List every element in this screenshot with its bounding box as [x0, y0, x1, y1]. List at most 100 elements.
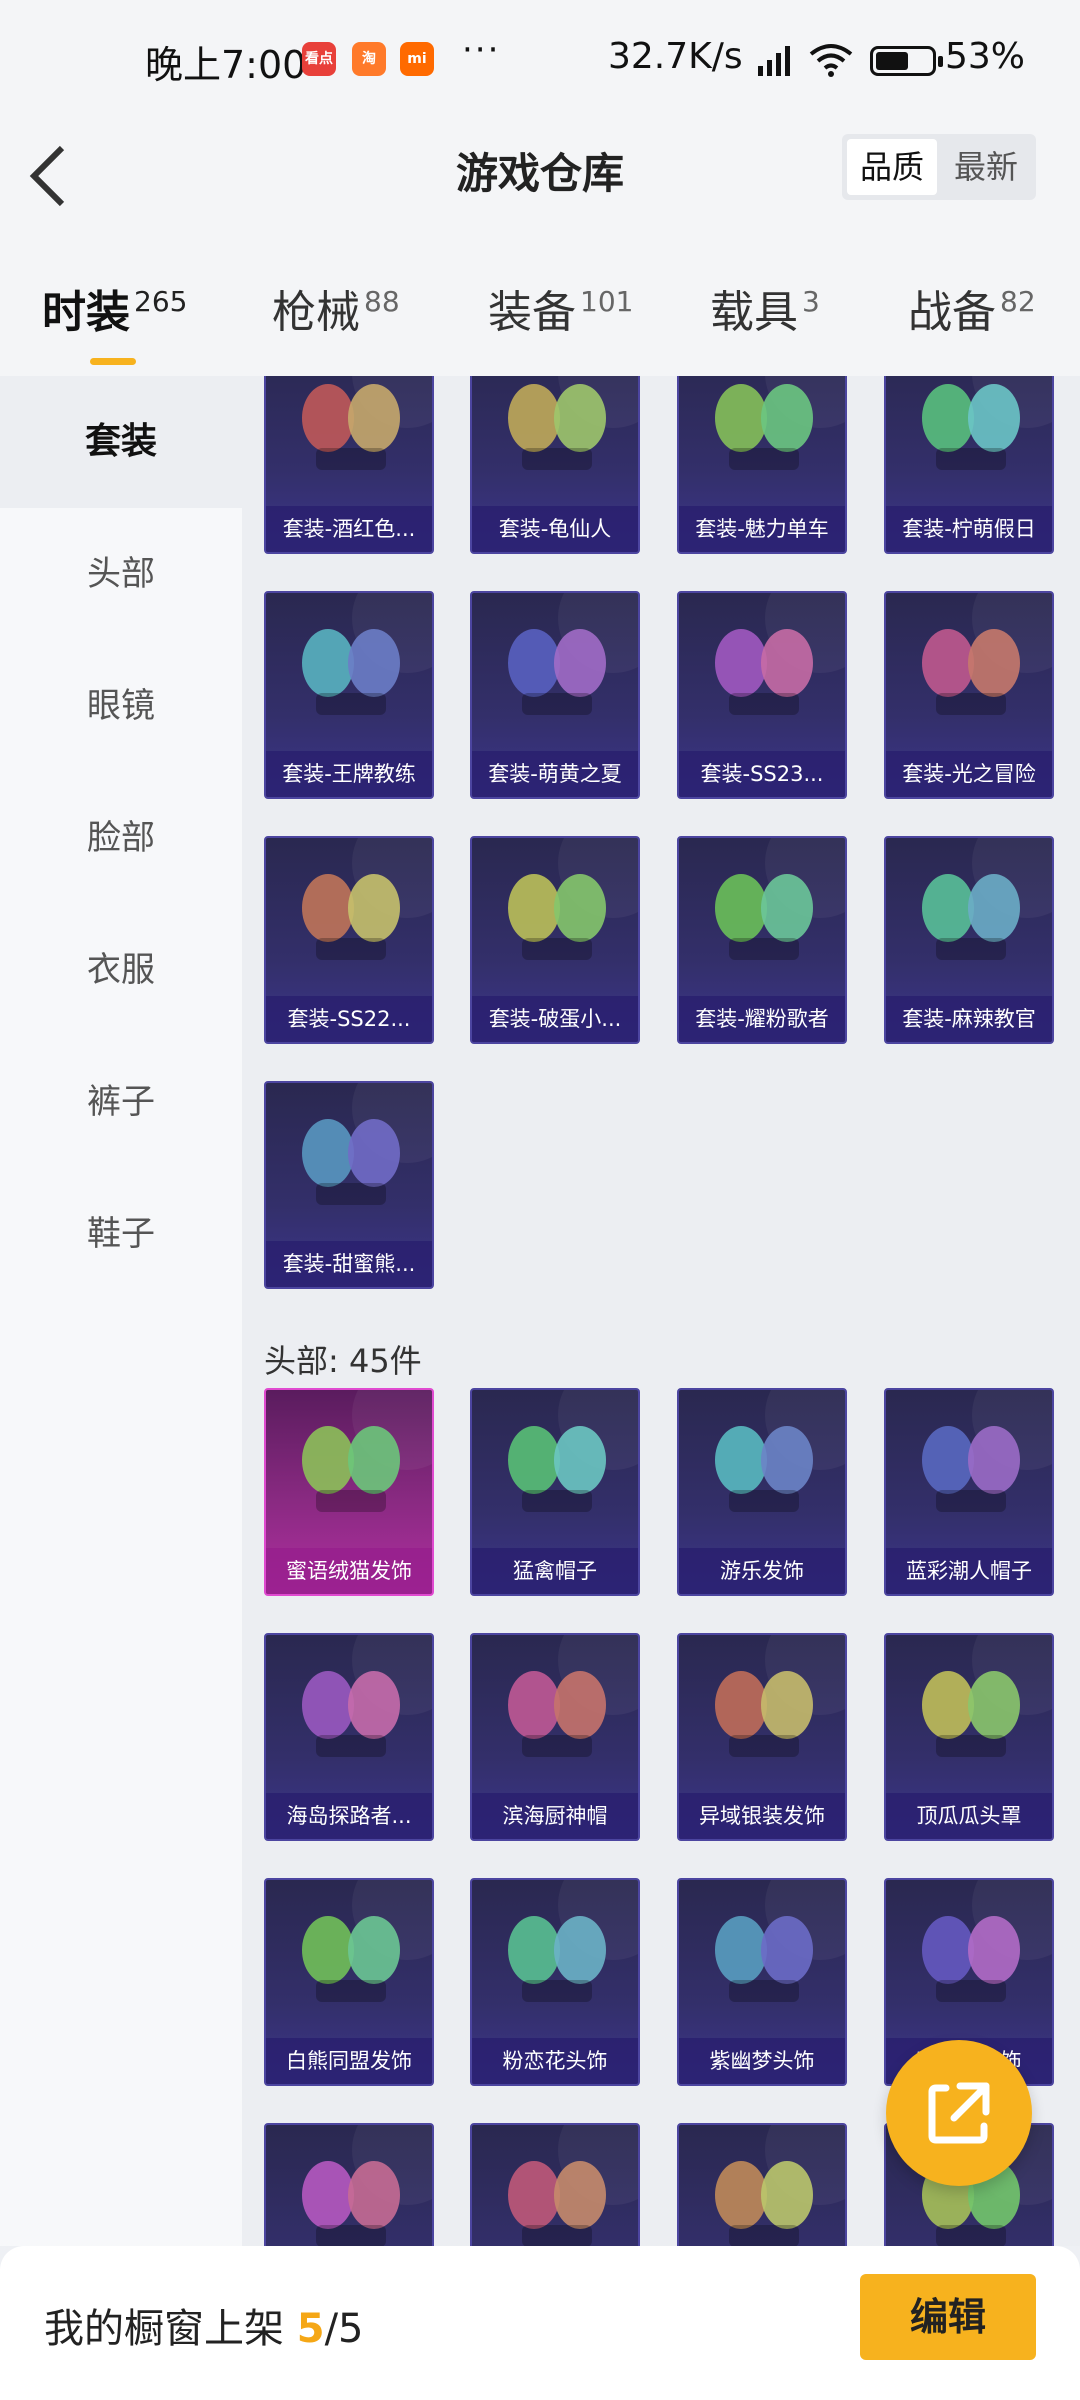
item-thumbnail — [302, 2161, 400, 2246]
item-card[interactable] — [470, 2123, 640, 2246]
item-name: 滨海厨神帽 — [472, 1793, 638, 1839]
item-card[interactable]: 套装-甜蜜熊... — [264, 1081, 434, 1289]
item-thumbnail — [715, 2161, 813, 2246]
sidebar-item-clothes[interactable]: 衣服 — [0, 904, 242, 1036]
item-thumbnail — [922, 384, 1020, 470]
item-thumbnail — [508, 629, 606, 715]
tab-label: 时装 — [42, 287, 130, 338]
tab-vehicles[interactable]: 载具 3 — [710, 276, 820, 356]
item-thumbnail — [715, 1916, 813, 2002]
item-name: 猛禽帽子 — [472, 1548, 638, 1594]
item-card[interactable]: 套装-破蛋小... — [470, 836, 640, 1044]
tab-equipment[interactable]: 装备 101 — [488, 276, 633, 356]
item-card[interactable]: 猛禽帽子 — [470, 1388, 640, 1596]
item-thumbnail — [508, 384, 606, 470]
sidebar-item-glasses[interactable]: 眼镜 — [0, 640, 242, 772]
tab-fashion[interactable]: 时装 265 — [42, 276, 187, 365]
item-card[interactable]: 海岛探路者... — [264, 1633, 434, 1841]
item-name: 套装-王牌教练 — [266, 751, 432, 797]
item-card[interactable]: 套装-SS22... — [264, 836, 434, 1044]
showcase-label: 我的橱窗上架 — [44, 2306, 284, 2352]
item-card[interactable]: 异域银装发饰 — [677, 1633, 847, 1841]
item-thumbnail — [715, 1671, 813, 1757]
item-thumbnail — [508, 1426, 606, 1512]
item-thumbnail — [302, 1671, 400, 1757]
tab-weapons[interactable]: 枪械 88 — [272, 276, 400, 356]
signal-icon — [758, 46, 790, 76]
more-notifications-icon: ··· — [462, 30, 501, 70]
item-card[interactable]: 套装-萌黄之夏 — [470, 591, 640, 799]
item-name: 顶瓜瓜头罩 — [886, 1793, 1052, 1839]
item-thumbnail — [715, 1426, 813, 1512]
sort-newest-option[interactable]: 最新 — [941, 139, 1031, 195]
tab-supplies[interactable]: 战备 82 — [908, 276, 1036, 356]
item-name: 套装-萌黄之夏 — [472, 751, 638, 797]
item-card[interactable]: 蜜语绒猫发饰 — [264, 1388, 434, 1596]
item-thumbnail — [508, 1671, 606, 1757]
item-name: 蓝彩潮人帽子 — [886, 1548, 1052, 1594]
showcase-bar: 我的橱窗上架 5/5 编辑 — [0, 2246, 1080, 2400]
item-card[interactable]: 套装-光之冒险 — [884, 591, 1054, 799]
item-thumbnail — [922, 1916, 1020, 2002]
edit-button[interactable]: 编辑 — [860, 2274, 1036, 2360]
share-button[interactable] — [886, 2040, 1032, 2186]
item-card[interactable]: 白熊同盟发饰 — [264, 1878, 434, 2086]
category-sidebar: 套装 头部 眼镜 脸部 衣服 裤子 鞋子 — [0, 376, 242, 2246]
item-name: 套装-麻辣教官 — [886, 996, 1052, 1042]
item-thumbnail — [922, 874, 1020, 960]
item-name: 海岛探路者... — [266, 1793, 432, 1839]
wifi-icon — [809, 44, 853, 77]
battery-icon — [870, 46, 943, 76]
item-card[interactable]: 套装-魅力单车 — [677, 376, 847, 554]
showcase-current: 5 — [296, 2306, 325, 2352]
network-speed: 32.7K/s — [608, 36, 743, 77]
item-name: 套装-SS23... — [679, 751, 845, 797]
header: 游戏仓库 品质 最新 — [0, 120, 1080, 250]
tab-count: 82 — [1000, 285, 1036, 318]
item-card[interactable]: 套装-龟仙人 — [470, 376, 640, 554]
category-tabs: 时装 265 枪械 88 装备 101 载具 3 战备 82 — [0, 250, 1080, 376]
item-thumbnail — [302, 1426, 400, 1512]
item-card[interactable]: 套装-耀粉歌者 — [677, 836, 847, 1044]
status-time: 晚上7:00 — [145, 43, 307, 87]
item-name: 粉恋花头饰 — [472, 2038, 638, 2084]
item-name: 紫幽梦头饰 — [679, 2038, 845, 2084]
item-name: 套装-柠萌假日 — [886, 506, 1052, 552]
item-thumbnail — [508, 1916, 606, 2002]
item-card[interactable] — [677, 2123, 847, 2246]
item-card[interactable]: 套装-柠萌假日 — [884, 376, 1054, 554]
sidebar-item-shoes[interactable]: 鞋子 — [0, 1168, 242, 1300]
item-card[interactable]: 套装-SS23... — [677, 591, 847, 799]
battery-percent: 53% — [945, 36, 1026, 77]
item-thumbnail — [302, 629, 400, 715]
item-thumbnail — [922, 629, 1020, 715]
item-name: 套装-甜蜜熊... — [266, 1241, 432, 1287]
item-card[interactable]: 滨海厨神帽 — [470, 1633, 640, 1841]
item-card[interactable]: 套装-麻辣教官 — [884, 836, 1054, 1044]
item-card[interactable]: 套装-酒红色... — [264, 376, 434, 554]
sidebar-item-sets[interactable]: 套装 — [0, 376, 242, 508]
sidebar-item-head[interactable]: 头部 — [0, 508, 242, 640]
item-grid: 套装-酒红色... 套装-龟仙人 套装-魅力单车 套装-柠萌假日套装-王牌教练 套装-萌… — [242, 376, 1080, 2246]
item-card[interactable]: 紫幽梦头饰 — [677, 1878, 847, 2086]
item-card[interactable]: 粉恋花头饰 — [470, 1878, 640, 2086]
item-card[interactable] — [264, 2123, 434, 2246]
sidebar-item-face[interactable]: 脸部 — [0, 772, 242, 904]
sort-quality-option[interactable]: 品质 — [847, 139, 937, 195]
status-bar: 晚上7:00 看点 淘 mi ··· 32.7K/s 53% — [0, 0, 1080, 120]
sidebar-item-pants[interactable]: 裤子 — [0, 1036, 242, 1168]
item-card[interactable]: 蓝彩潮人帽子 — [884, 1388, 1054, 1596]
item-thumbnail — [508, 2161, 606, 2246]
item-name: 白熊同盟发饰 — [266, 2038, 432, 2084]
item-thumbnail — [302, 1119, 400, 1205]
item-thumbnail — [922, 1671, 1020, 1757]
tab-active-indicator — [90, 358, 136, 365]
item-thumbnail — [302, 1916, 400, 2002]
mi-app-icon: mi — [400, 42, 434, 76]
item-card[interactable]: 套装-王牌教练 — [264, 591, 434, 799]
item-name: 异域银装发饰 — [679, 1793, 845, 1839]
item-card[interactable]: 顶瓜瓜头罩 — [884, 1633, 1054, 1841]
item-thumbnail — [715, 874, 813, 960]
item-card[interactable]: 游乐发饰 — [677, 1388, 847, 1596]
item-name: 游乐发饰 — [679, 1548, 845, 1594]
